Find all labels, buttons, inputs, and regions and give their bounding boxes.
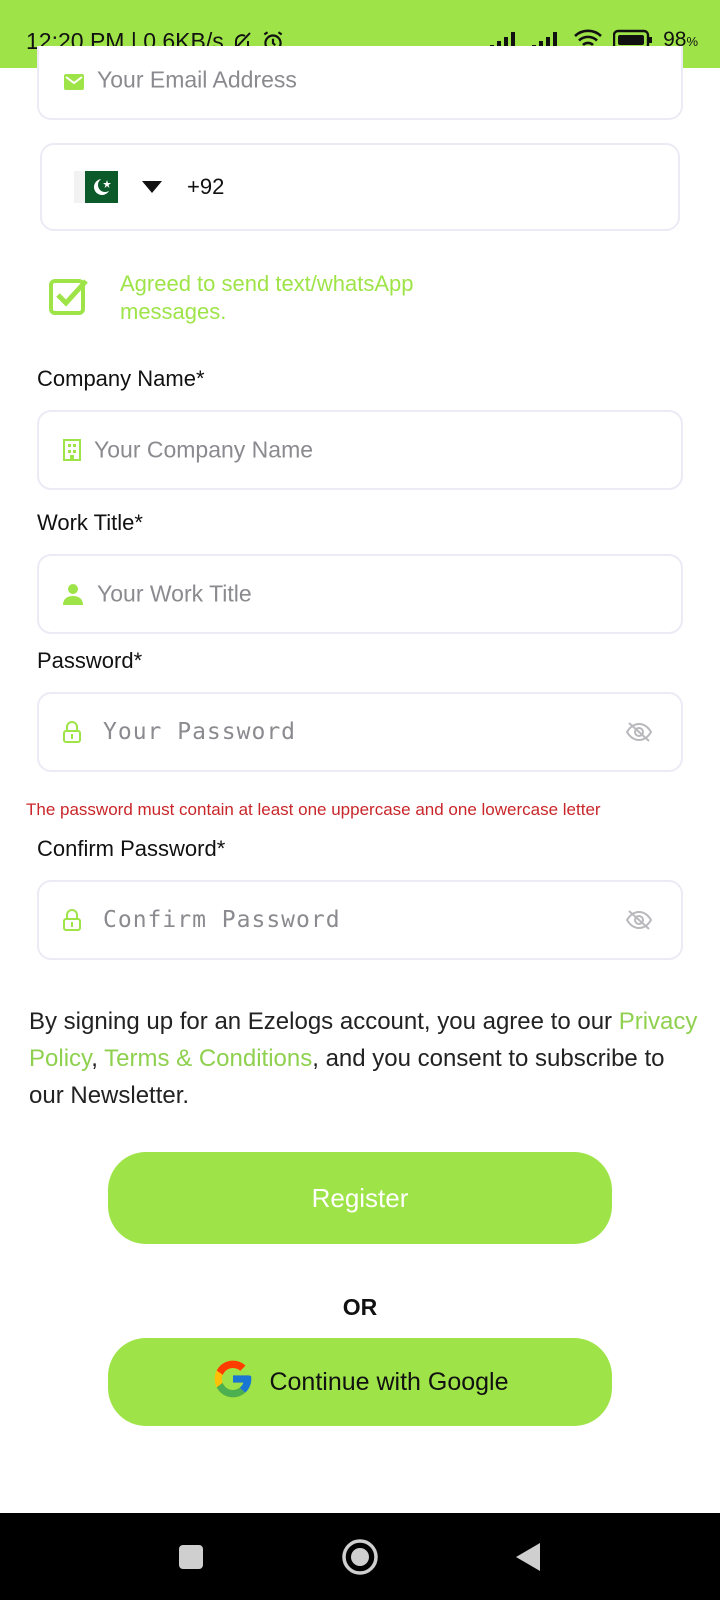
google-icon <box>211 1357 255 1408</box>
agree-text: Agreed to send text/whatsApp messages. <box>120 271 414 324</box>
register-button[interactable]: Register <box>108 1152 612 1244</box>
phone-code[interactable]: +92 <box>187 174 224 200</box>
work-title-field[interactable]: Your Work Title <box>37 554 683 634</box>
battery-unit: % <box>686 34 698 49</box>
home-button[interactable] <box>341 1538 379 1576</box>
password-error: The password must contain at least one u… <box>26 800 601 819</box>
confirm-password-placeholder: Confirm Password <box>103 907 341 933</box>
register-label: Register <box>311 1182 409 1213</box>
work-title-label: Work Title* <box>37 510 143 535</box>
or-divider: OR <box>342 1294 378 1320</box>
password-label: Password* <box>37 648 143 673</box>
terms-link[interactable]: Terms & Conditions <box>104 1045 312 1072</box>
building-icon <box>63 439 81 461</box>
company-name-field[interactable]: Your Company Name <box>37 410 683 490</box>
password-placeholder: Your Password <box>103 719 297 745</box>
pakistan-flag-icon[interactable] <box>74 171 118 203</box>
confirm-password-label: Confirm Password* <box>37 836 226 861</box>
email-placeholder: Your Email Address <box>97 66 297 93</box>
system-nav-bar <box>0 1513 720 1600</box>
password-field[interactable]: Your Password <box>37 692 683 772</box>
google-signin-button[interactable]: Continue with Google <box>108 1338 612 1426</box>
legal-comma: , <box>91 1045 105 1072</box>
phone-field[interactable]: +92 <box>40 143 680 231</box>
work-title-placeholder: Your Work Title <box>97 580 252 607</box>
back-button[interactable] <box>514 1541 542 1573</box>
agree-checkbox[interactable] <box>48 275 90 317</box>
recents-button[interactable] <box>177 1543 205 1571</box>
email-field[interactable]: Your Email Address <box>37 46 683 120</box>
legal-text: By signing up for an Ezelogs account, yo… <box>29 1003 699 1114</box>
lock-icon <box>63 909 81 931</box>
chevron-down-icon[interactable] <box>142 181 162 193</box>
company-name-label: Company Name* <box>37 366 205 391</box>
mail-icon <box>63 73 85 91</box>
person-icon <box>63 583 83 605</box>
confirm-password-field[interactable]: Confirm Password <box>37 880 683 960</box>
google-label: Continue with Google <box>269 1367 509 1396</box>
lock-icon <box>63 721 81 743</box>
eye-off-icon[interactable] <box>625 909 653 931</box>
legal-prefix: By signing up for an Ezelogs account, yo… <box>29 1008 619 1035</box>
eye-off-icon[interactable] <box>625 721 653 743</box>
company-name-placeholder: Your Company Name <box>94 436 314 463</box>
